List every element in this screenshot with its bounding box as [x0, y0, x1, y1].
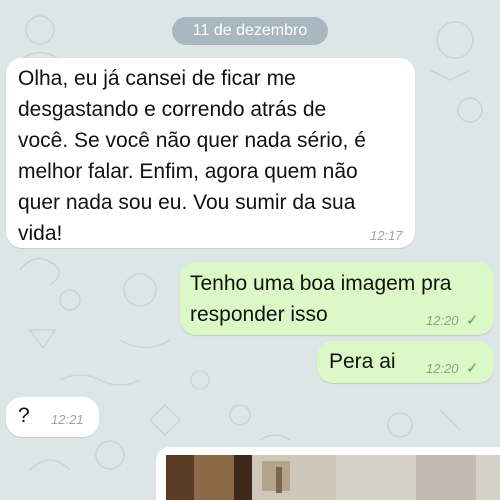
- message-bubble-outgoing[interactable]: Tenho uma boa imagem pra responder isso …: [180, 262, 494, 335]
- single-check-icon: ✓: [466, 312, 479, 329]
- single-check-icon: ✓: [466, 360, 479, 377]
- message-time: 12:20: [426, 361, 459, 376]
- date-separator: 11 de dezembro: [172, 17, 328, 45]
- message-text: ?: [18, 404, 30, 427]
- photo-thumbnail: [166, 455, 500, 500]
- message-text: Olha, eu já cansei de ficar me desgastan…: [18, 67, 366, 245]
- message-bubble-outgoing[interactable]: Pera ai 12:20 ✓: [317, 341, 494, 383]
- image-message[interactable]: [156, 447, 500, 500]
- message-bubble-incoming[interactable]: Olha, eu já cansei de ficar me desgastan…: [6, 58, 415, 248]
- message-bubble-incoming[interactable]: ? 12:21: [6, 397, 99, 437]
- message-time: 12:17: [370, 228, 403, 243]
- message-text: Tenho uma boa imagem pra responder isso: [190, 272, 452, 326]
- message-text: Pera ai: [329, 350, 396, 373]
- message-time: 12:20: [426, 313, 459, 328]
- message-time: 12:21: [51, 412, 84, 427]
